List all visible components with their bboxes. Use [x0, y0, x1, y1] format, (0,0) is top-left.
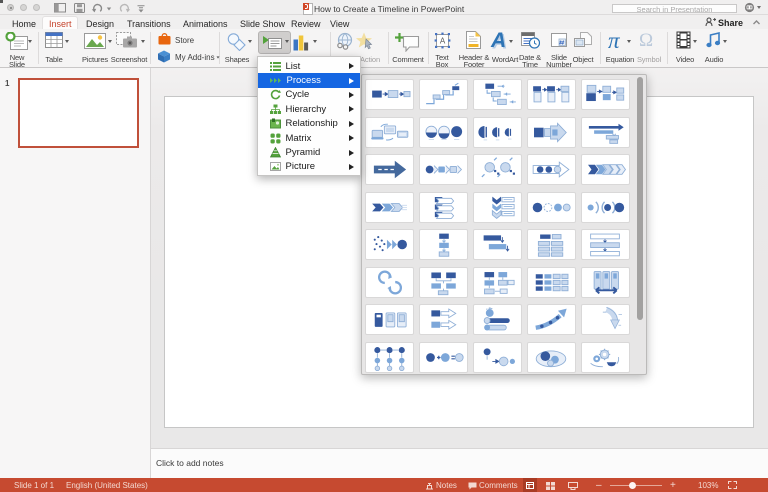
svg-text:A: A [440, 37, 446, 46]
